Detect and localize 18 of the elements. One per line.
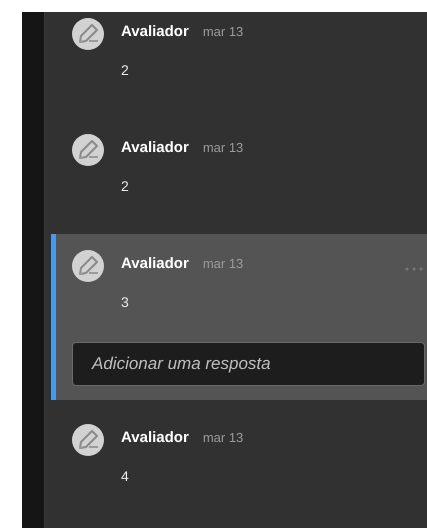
comment-date: mar 13 — [202, 430, 244, 444]
pencil-avatar-icon — [72, 424, 104, 456]
author-name: Avaliador — [121, 22, 189, 40]
author-name: Avaliador — [121, 138, 189, 156]
comment-text: 4 — [121, 468, 130, 484]
comment-date: mar 13 — [202, 24, 244, 38]
comment-date: mar 13 — [202, 140, 244, 154]
more-options-icon[interactable] — [405, 267, 423, 271]
comment-text: 2 — [121, 178, 130, 194]
author-name: Avaliador — [121, 254, 189, 272]
reply-field[interactable]: Adicionar uma resposta — [72, 342, 425, 386]
comment-text: 3 — [121, 294, 130, 310]
pencil-avatar-icon — [72, 250, 104, 282]
pencil-avatar-icon — [72, 134, 104, 166]
pencil-avatar-icon — [72, 18, 104, 50]
author-name: Avaliador — [121, 428, 189, 446]
comment-date: mar 13 — [202, 256, 244, 270]
comment-text: 2 — [121, 62, 130, 78]
